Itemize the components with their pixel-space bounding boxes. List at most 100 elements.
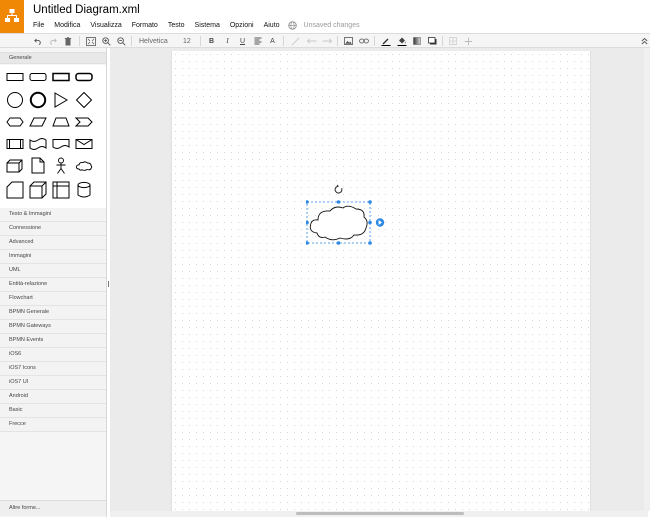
document-title[interactable]: Untitled Diagram.xml (33, 4, 140, 16)
trash-icon (64, 36, 72, 45)
section-ios7-ui[interactable]: iOS7 UI (0, 376, 106, 390)
note-shape[interactable] (29, 157, 47, 174)
menu-edit[interactable]: Modifica (49, 22, 85, 29)
app-logo[interactable] (0, 0, 24, 33)
menu-help[interactable]: Aiuto (259, 22, 285, 29)
bold-button[interactable]: B (207, 35, 216, 47)
rotate-handle-icon[interactable] (334, 183, 340, 185)
table-button[interactable] (448, 35, 458, 47)
section-label: Advanced (9, 239, 34, 245)
triangle-shape[interactable] (52, 91, 70, 109)
section-uml[interactable]: UML (0, 264, 106, 278)
globe-icon[interactable] (287, 20, 297, 30)
vertical-scrollbar[interactable] (644, 48, 650, 511)
cloud-shape[interactable] (309, 205, 368, 241)
selected-cloud-shape[interactable] (306, 183, 396, 283)
gradient-button[interactable] (412, 35, 422, 47)
section-entity-relation[interactable]: Entità-relazione (0, 278, 106, 292)
internal-storage-shape[interactable] (29, 181, 47, 199)
tape-shape[interactable] (29, 138, 47, 150)
align-button[interactable] (253, 35, 263, 47)
section-connectors[interactable]: Connessione (0, 222, 106, 236)
delete-button[interactable] (63, 35, 73, 47)
double-circle-shape[interactable] (29, 91, 47, 109)
undo-button[interactable] (33, 35, 43, 47)
font-family-select[interactable]: Helvetica (139, 35, 177, 47)
section-label: Generale (9, 55, 32, 61)
toolbar-divider (200, 36, 201, 46)
menu-arrange[interactable]: Sistema (190, 22, 225, 29)
fill-color-button[interactable] (396, 35, 407, 47)
section-header-general[interactable]: Generale (0, 52, 106, 64)
section-android[interactable]: Android (0, 390, 106, 404)
underline-button[interactable]: U (238, 35, 247, 47)
table-shape[interactable] (52, 181, 70, 199)
section-images[interactable]: Immagini (0, 250, 106, 264)
section-ios7-icons[interactable]: iOS7 Icons (0, 362, 106, 376)
zoom-in-button[interactable] (101, 35, 111, 47)
font-size-select[interactable]: 12 (183, 35, 197, 47)
section-label: Immagini (9, 253, 32, 259)
card-shape[interactable] (6, 181, 24, 199)
toolbar-divider (442, 36, 443, 46)
collapse-toolbar-button[interactable] (640, 35, 649, 47)
insert-button[interactable] (463, 35, 473, 47)
more-shapes-button[interactable]: Altre forme... (0, 500, 106, 516)
horizontal-scroll-thumb[interactable] (296, 512, 464, 515)
general-shapes-panel (0, 65, 106, 208)
italic-button[interactable]: I (223, 35, 232, 47)
line-style-button[interactable] (290, 35, 300, 47)
section-arrows[interactable]: Frecce (0, 418, 106, 432)
diagram-logo-icon (5, 9, 19, 22)
menu-text[interactable]: Testo (163, 22, 190, 29)
line-start-button[interactable] (305, 35, 317, 47)
line-diagonal-icon (290, 36, 300, 46)
menu-view[interactable]: Visualizza (85, 22, 126, 29)
redo-icon (50, 38, 57, 45)
redo-button[interactable] (48, 35, 58, 47)
circle-shape[interactable] (6, 91, 24, 109)
section-text-images[interactable]: Testo & Immagini (0, 208, 106, 222)
table-icon (449, 37, 457, 45)
zoom-out-button[interactable] (116, 35, 126, 47)
rotate-arrow-icon[interactable] (334, 185, 343, 194)
actor-shape[interactable] (52, 157, 70, 175)
menu-file[interactable]: File (28, 22, 49, 29)
section-label: Frecce (9, 421, 26, 427)
connect-arrow-button[interactable] (375, 218, 385, 227)
cloud-shape-icon[interactable] (75, 160, 93, 172)
insert-image-button[interactable] (343, 35, 353, 47)
document-shape[interactable] (52, 138, 70, 150)
shadow-button[interactable] (427, 35, 437, 47)
menu-format[interactable]: Formato (127, 22, 163, 29)
section-bpmn-events[interactable]: BPMN Events (0, 334, 106, 348)
menu-options[interactable]: Opzioni (225, 22, 259, 29)
trapezoid-shape[interactable] (52, 117, 70, 127)
rounded-box-shape[interactable] (75, 72, 93, 82)
line-color-button[interactable] (380, 35, 391, 47)
diagram-page[interactable] (171, 51, 591, 512)
rectangle-shape[interactable] (6, 72, 24, 82)
hexagon-shape[interactable] (6, 117, 24, 127)
fit-page-button[interactable] (85, 35, 97, 47)
diamond-shape[interactable] (75, 91, 93, 109)
arrow-right-icon (322, 38, 332, 44)
section-flowchart[interactable]: Flowchart (0, 292, 106, 306)
insert-link-button[interactable] (358, 35, 369, 47)
envelope-shape[interactable] (75, 138, 93, 150)
section-ios6[interactable]: iOS6 (0, 348, 106, 362)
cylinder-shape[interactable] (75, 181, 93, 199)
line-end-button[interactable] (321, 35, 333, 47)
section-bpmn-gateways[interactable]: BPMN Gateways (0, 320, 106, 334)
rounded-rectangle-shape[interactable] (29, 72, 47, 82)
font-color-button[interactable]: A (268, 35, 277, 47)
step-shape[interactable] (75, 117, 93, 127)
section-advanced[interactable]: Advanced (0, 236, 106, 250)
canvas-area[interactable] (110, 48, 648, 512)
text-box-shape[interactable] (52, 72, 70, 82)
parallelogram-shape[interactable] (29, 117, 47, 127)
cube-shape[interactable] (6, 158, 24, 174)
section-bpmn-general[interactable]: BPMN Generale (0, 306, 106, 320)
process-shape[interactable] (6, 138, 24, 150)
section-basic[interactable]: Basic (0, 404, 106, 418)
